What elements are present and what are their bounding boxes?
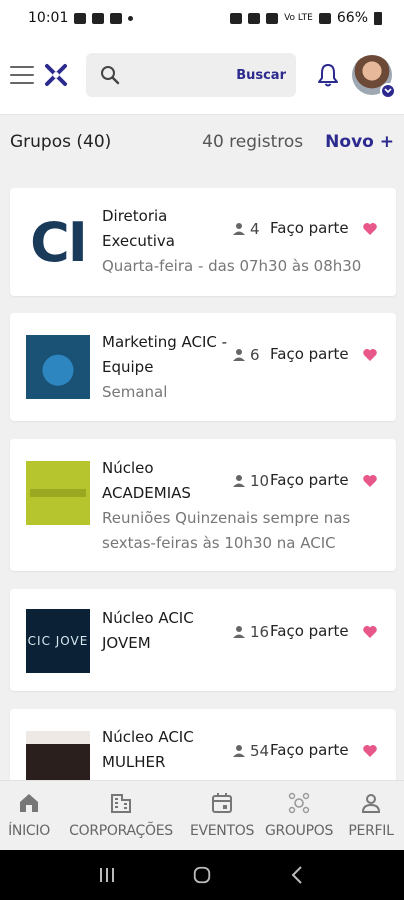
- join-group-button[interactable]: Faço parte: [270, 619, 349, 644]
- battery-icon: [374, 11, 382, 25]
- chevron-down-icon: [380, 83, 396, 99]
- group-card[interactable]: CIC JOVE Núcleo ACIC JOVEM 16 Faço parte: [10, 589, 396, 691]
- nav-label: CORPORAÇÕES: [69, 823, 173, 839]
- group-card[interactable]: Marketing ACIC - Equipe 6 Faço parte Sem…: [10, 313, 396, 421]
- group-thumbnail-logo: CIC JOVE: [27, 634, 89, 648]
- group-description: Semanal: [102, 383, 168, 401]
- nav-label: ÍNICIO: [8, 823, 50, 839]
- member-info: 6: [232, 342, 260, 367]
- heart-icon[interactable]: [362, 624, 378, 640]
- person-icon: [233, 222, 245, 235]
- heart-icon[interactable]: [362, 473, 378, 489]
- person-icon: [233, 474, 245, 487]
- group-thumbnail-logo: CI: [30, 210, 88, 274]
- member-count: 6: [250, 345, 260, 364]
- group-thumbnail: CI: [26, 210, 90, 274]
- back-button[interactable]: [287, 865, 307, 885]
- group-name: Diretoria Executiva: [102, 207, 175, 250]
- join-group-button[interactable]: Faço parte: [270, 738, 349, 763]
- more-notifications-icon: [128, 15, 134, 21]
- member-count: 4: [250, 219, 260, 238]
- records-count: 40 registros: [202, 131, 304, 152]
- nav-item-eventos[interactable]: EVENTOS: [184, 781, 260, 839]
- search-button[interactable]: Buscar: [236, 68, 286, 83]
- home-button[interactable]: [192, 865, 212, 885]
- group-name: Núcleo ACIC MULHER: [102, 728, 194, 771]
- member-info: 54: [232, 738, 269, 763]
- nav-label: EVENTOS: [189, 823, 255, 839]
- avatar[interactable]: [352, 55, 396, 99]
- network-label: Vo LTE: [284, 13, 313, 23]
- new-group-button[interactable]: Novo +: [325, 132, 394, 152]
- alarm-icon: [248, 12, 261, 24]
- group-name: Núcleo ACADEMIAS: [102, 459, 191, 502]
- gallery-notification-icon: [74, 12, 87, 24]
- member-info: 4: [232, 216, 260, 241]
- building-icon: [111, 794, 131, 813]
- group-thumbnail: [26, 335, 90, 399]
- group-description: Quarta-feira - das 07h30 às 08h30: [102, 257, 362, 275]
- bottom-nav: ÍNICIO CORPORAÇÕES EVENTOS GROUPOS PERFI…: [0, 780, 404, 850]
- nav-label: PERFIL: [348, 823, 394, 839]
- group-thumbnail: [26, 461, 90, 525]
- nav-item-groupos[interactable]: GROUPOS: [260, 781, 338, 839]
- person-icon: [233, 348, 245, 361]
- member-count: 10: [250, 471, 270, 490]
- youtube-notification-icon: [92, 12, 105, 24]
- status-left: 10:01: [28, 10, 134, 26]
- search-icon: [101, 66, 120, 85]
- nav-label: GROUPOS: [264, 823, 334, 839]
- person-icon: [233, 625, 245, 638]
- group-description: Reuniões Quinzenais sempre nas sextas-fe…: [102, 509, 351, 552]
- group-thumbnail: CIC JOVE: [26, 609, 90, 673]
- member-count: 54: [250, 741, 270, 760]
- system-nav: [0, 850, 404, 900]
- join-group-button[interactable]: Faço parte: [270, 216, 349, 241]
- status-time: 10:01: [28, 10, 69, 26]
- person-icon: [361, 794, 381, 813]
- nav-item-inicio[interactable]: ÍNICIO: [0, 781, 58, 839]
- join-group-button[interactable]: Faço parte: [270, 342, 349, 367]
- heart-icon[interactable]: [362, 347, 378, 363]
- app-header: Buscar: [0, 36, 404, 114]
- member-info: 10: [232, 468, 269, 493]
- calendar-icon: [212, 793, 232, 813]
- group-name: Núcleo ACIC JOVEM: [102, 609, 194, 652]
- wifi-icon: [266, 12, 279, 24]
- lock-icon: [230, 12, 243, 24]
- group-thumbnail: [26, 731, 90, 780]
- list-toolbar: Grupos (40) 40 registros Novo +: [0, 114, 404, 168]
- battery-percent: 66%: [336, 10, 368, 26]
- member-info: 16: [232, 619, 269, 644]
- page-title: Grupos (40): [10, 131, 112, 152]
- app-logo-icon[interactable]: [42, 61, 70, 89]
- recent-apps-button[interactable]: [97, 865, 117, 885]
- heart-icon[interactable]: [362, 221, 378, 237]
- home-icon: [20, 794, 38, 812]
- menu-icon[interactable]: [10, 66, 34, 84]
- join-group-button[interactable]: Faço parte: [270, 468, 349, 493]
- nav-item-perfil[interactable]: PERFIL: [338, 781, 404, 839]
- nav-item-corporacoes[interactable]: CORPORAÇÕES: [58, 781, 184, 839]
- group-name: Marketing ACIC - Equipe: [102, 333, 228, 376]
- group-icon: [288, 792, 310, 814]
- group-list: CI Diretoria Executiva 4 Faço parte Quar…: [0, 168, 404, 780]
- instagram-notification-icon: [110, 12, 123, 24]
- status-bar: 10:01 Vo LTE 66%: [0, 0, 404, 36]
- search-box: Buscar: [86, 53, 296, 97]
- bell-icon[interactable]: [316, 62, 340, 88]
- group-card[interactable]: CI Diretoria Executiva 4 Faço parte Quar…: [10, 188, 396, 296]
- group-card[interactable]: Núcleo ACIC MULHER 54 Faço parte: [10, 709, 396, 780]
- status-right: Vo LTE 66%: [230, 10, 382, 26]
- search-input[interactable]: [128, 67, 237, 83]
- signal-icon: [318, 12, 331, 24]
- person-icon: [233, 744, 245, 757]
- group-card[interactable]: Núcleo ACADEMIAS 10 Faço parte Reuniões …: [10, 439, 396, 571]
- heart-icon[interactable]: [362, 743, 378, 759]
- member-count: 16: [250, 622, 270, 641]
